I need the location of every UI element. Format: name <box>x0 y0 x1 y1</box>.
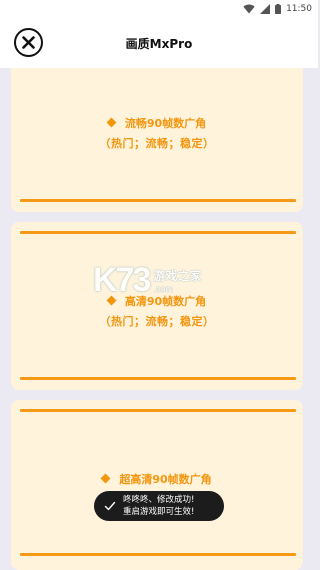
option-card-2[interactable]: 高清90帧数广角 （热门；流畅；稳定） <box>11 222 303 390</box>
status-bar: 11:50 <box>0 0 318 18</box>
page-title: 画质MxPro <box>125 37 193 51</box>
option-divider <box>20 377 296 380</box>
diamond-icon <box>106 295 117 306</box>
option-divider <box>20 231 296 234</box>
option-card-1[interactable]: 流畅90帧数广角 （热门；流畅；稳定） <box>11 68 303 212</box>
diamond-icon <box>100 473 111 484</box>
toast-line-2: 重启游戏即可生效! <box>123 507 195 517</box>
option-label: 流畅90帧数广角 <box>11 115 303 131</box>
check-icon <box>104 501 116 511</box>
option-label: 超高清90帧数广角 <box>11 471 303 487</box>
option-card-3[interactable]: 超高清90帧数广角 <box>11 400 303 570</box>
status-time: 11:50 <box>286 4 312 14</box>
app-header: 画质MxPro <box>0 18 318 68</box>
option-tags: （热门；流畅；稳定） <box>99 137 215 150</box>
option-divider <box>20 199 296 202</box>
option-divider <box>20 409 296 412</box>
signal-icon <box>260 4 271 14</box>
diamond-icon <box>106 117 117 128</box>
wifi-icon <box>243 4 255 14</box>
option-label: 高清90帧数广角 <box>11 293 303 309</box>
toast-message: 咚咚咚、修改成功! 重启游戏即可生效! <box>94 491 224 521</box>
option-tags: （热门；流畅；稳定） <box>99 315 215 328</box>
toast-line-1: 咚咚咚、修改成功! <box>123 495 195 505</box>
option-divider <box>20 553 296 556</box>
battery-icon <box>275 4 282 14</box>
